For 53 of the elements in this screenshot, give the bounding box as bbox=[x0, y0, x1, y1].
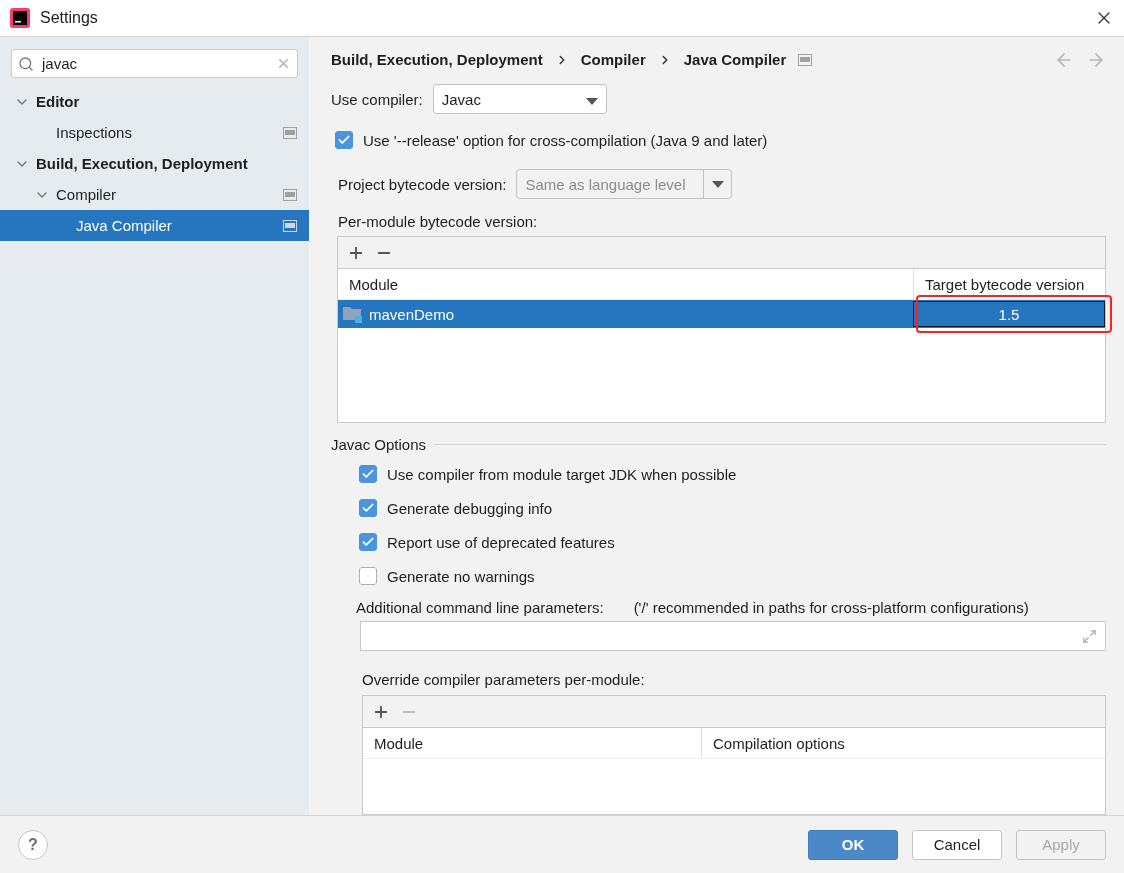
checkbox-label: Use '--release' option for cross-compilation (Java 9 and later) bbox=[363, 131, 768, 149]
parameters-field[interactable] bbox=[360, 621, 1106, 651]
breadcrumb-item: Java Compiler bbox=[683, 51, 787, 69]
tree-item[interactable]: Build, Execution, Deployment bbox=[0, 148, 309, 179]
tree-item[interactable]: Editor bbox=[0, 86, 309, 117]
dropdown-caret-icon bbox=[585, 97, 598, 105]
checkbox-label: Generate no warnings bbox=[387, 567, 535, 585]
project-level-icon bbox=[798, 53, 813, 66]
section-label: Override compiler parameters per-module: bbox=[362, 670, 645, 688]
dialog-button[interactable]: OK bbox=[808, 829, 898, 860]
table-row[interactable]: mavenDemo 1.5 bbox=[338, 300, 1105, 329]
dialog-button[interactable]: Cancel bbox=[912, 829, 1002, 860]
tree-item[interactable]: Compiler bbox=[0, 179, 309, 210]
check-icon bbox=[361, 501, 375, 515]
help-button[interactable]: ? bbox=[18, 829, 48, 860]
checkbox[interactable] bbox=[359, 567, 377, 585]
compiler-dropdown[interactable]: Javac bbox=[432, 84, 607, 115]
dropdown-caret-icon bbox=[711, 180, 724, 188]
project-level-icon bbox=[283, 219, 297, 232]
column-header: Compilation options bbox=[701, 728, 1105, 758]
module-name: mavenDemo bbox=[369, 305, 455, 323]
section-label: Per-module bytecode version: bbox=[338, 212, 538, 230]
check-icon bbox=[361, 467, 375, 481]
version-cell[interactable]: 1.5 bbox=[913, 301, 1105, 328]
column-header: Module bbox=[348, 274, 400, 295]
checkbox-label: Use compiler from module target JDK when possible bbox=[387, 465, 737, 483]
field-label: Additional command line parameters: bbox=[356, 598, 604, 616]
checkbox[interactable] bbox=[359, 465, 377, 483]
breadcrumb-item: Build, Execution, Deployment bbox=[331, 51, 543, 69]
checkbox[interactable] bbox=[359, 533, 377, 551]
checkbox[interactable] bbox=[335, 131, 353, 150]
breadcrumb-item: Compiler bbox=[580, 51, 646, 69]
module-folder-icon bbox=[343, 305, 363, 323]
app-logo-icon bbox=[10, 8, 30, 28]
window-title: Settings bbox=[40, 9, 99, 27]
check-icon bbox=[361, 535, 375, 549]
field-label: Project bytecode version: bbox=[338, 175, 507, 193]
search-icon bbox=[18, 55, 34, 72]
tree-item[interactable]: Java Compiler bbox=[0, 210, 309, 241]
search-field[interactable]: javac bbox=[11, 49, 298, 78]
checkbox-label: Generate debugging info bbox=[387, 499, 553, 517]
checkbox-label: Report use of deprecated features bbox=[387, 533, 615, 551]
checkbox[interactable] bbox=[359, 499, 377, 517]
clear-icon[interactable] bbox=[276, 56, 291, 71]
field-label: Use compiler: bbox=[331, 90, 423, 108]
column-header: Target bytecode version bbox=[913, 269, 1105, 300]
tree-item[interactable]: Inspections bbox=[0, 117, 309, 148]
project-level-icon bbox=[283, 126, 297, 139]
section-title: Javac Options bbox=[331, 435, 427, 453]
column-header: Module bbox=[373, 733, 425, 754]
hint-text: ('/' recommended in paths for cross-platform configurations) bbox=[633, 598, 1029, 616]
expand-icon[interactable] bbox=[1082, 628, 1097, 644]
project-level-icon bbox=[283, 188, 297, 201]
